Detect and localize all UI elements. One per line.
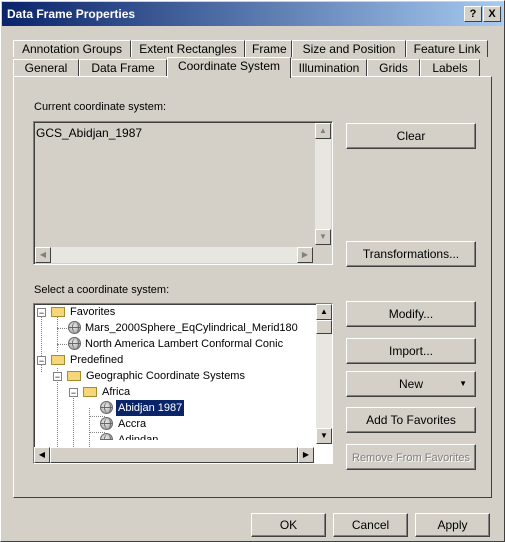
scroll-thumb[interactable] xyxy=(316,320,332,334)
tree-item-label: North America Lambert Conformal Conic xyxy=(85,338,284,350)
collapse-icon[interactable]: − xyxy=(37,308,46,318)
tree-item-geographic[interactable]: − Geographic Coordinate Systems xyxy=(34,368,314,384)
tree-item-label: Accra xyxy=(118,418,147,430)
scroll-left-arrow-icon[interactable]: ◀ xyxy=(35,247,51,263)
window-title: Data Frame Properties xyxy=(7,7,136,21)
globe-icon xyxy=(100,433,113,440)
tree-item-abidjan[interactable]: Abidjan 1987 xyxy=(34,400,314,416)
tab-data-frame[interactable]: Data Frame xyxy=(79,59,167,76)
transformations-button[interactable]: Transformations... xyxy=(346,241,476,267)
tree-hscroll[interactable]: ◀ ▶ xyxy=(34,447,314,463)
tab-size-and-position[interactable]: Size and Position xyxy=(292,40,406,57)
globe-icon xyxy=(100,401,113,414)
tree-vscroll[interactable]: ▲ ▼ xyxy=(316,304,332,444)
collapse-icon[interactable]: − xyxy=(53,372,62,382)
tree-item-africa[interactable]: − Africa xyxy=(34,384,314,400)
scroll-down-arrow-icon[interactable]: ▼ xyxy=(315,229,331,245)
tree-item-favorites[interactable]: − Favorites xyxy=(34,304,314,320)
tabs-row-2: General Data Frame Coordinate System Ill… xyxy=(13,57,480,78)
modify-button[interactable]: Modify... xyxy=(346,301,476,327)
tab-general[interactable]: General xyxy=(13,59,79,76)
collapse-icon[interactable]: − xyxy=(37,356,46,366)
triangle-down-icon: ▼ xyxy=(459,379,467,388)
tree-item-north-america[interactable]: North America Lambert Conformal Conic xyxy=(34,336,314,352)
tree-item-label: Adindan xyxy=(118,434,159,440)
tab-labels[interactable]: Labels xyxy=(420,59,480,76)
globe-icon xyxy=(68,337,81,350)
close-button[interactable]: X xyxy=(483,6,501,22)
dialog-window: Data Frame Properties ? X Annotation Gro… xyxy=(0,0,505,542)
remove-from-favorites-button[interactable]: Remove From Favorites xyxy=(346,444,476,470)
scroll-up-arrow-icon[interactable]: ▲ xyxy=(315,123,331,139)
folder-icon xyxy=(83,387,97,397)
tab-annotation-groups[interactable]: Annotation Groups xyxy=(13,40,131,57)
tree-item-label: Mars_2000Sphere_EqCylindrical_Merid180 xyxy=(85,322,298,334)
globe-icon xyxy=(68,321,81,334)
tree-item-label: Africa xyxy=(102,386,131,398)
tree-item-mars[interactable]: Mars_2000Sphere_EqCylindrical_Merid180 xyxy=(34,320,314,336)
scroll-down-arrow-icon[interactable]: ▼ xyxy=(316,428,332,444)
import-button[interactable]: Import... xyxy=(346,338,476,364)
tree-item-predefined[interactable]: − Predefined xyxy=(34,352,314,368)
tree-item-accra[interactable]: Accra xyxy=(34,416,314,432)
tree-item-adindan[interactable]: Adindan xyxy=(34,432,314,440)
scroll-right-arrow-icon[interactable]: ▶ xyxy=(298,447,314,463)
tree-item-label: Geographic Coordinate Systems xyxy=(86,370,245,382)
tab-frame[interactable]: Frame xyxy=(245,40,292,57)
scroll-right-arrow-icon[interactable]: ▶ xyxy=(297,247,313,263)
cs-tree-view[interactable]: − Favorites Mars_2000Sphere_EqCylindrica… xyxy=(33,303,333,464)
current-cs-label: Current coordinate system: xyxy=(34,101,167,113)
remove-from-favorites-label: Remove From Favorites xyxy=(352,452,470,464)
collapse-icon[interactable]: − xyxy=(69,388,78,398)
folder-icon xyxy=(67,371,81,381)
cancel-button[interactable]: Cancel xyxy=(333,513,408,537)
current-cs-textbox[interactable]: GCS_Abidjan_1987 ▲ ▼ ◀ ▶ xyxy=(33,121,333,265)
current-cs-hscroll[interactable]: ◀ ▶ xyxy=(35,247,313,263)
clear-button[interactable]: Clear xyxy=(346,123,476,149)
add-to-favorites-button[interactable]: Add To Favorites xyxy=(346,407,476,433)
scroll-up-arrow-icon[interactable]: ▲ xyxy=(316,304,332,320)
folder-icon xyxy=(51,355,65,365)
current-cs-vscroll[interactable]: ▲ ▼ xyxy=(315,123,331,245)
tree-item-label: Predefined xyxy=(70,354,124,366)
new-button[interactable]: New ▼ xyxy=(346,371,476,397)
tab-extent-rectangles[interactable]: Extent Rectangles xyxy=(131,40,245,57)
current-cs-value: GCS_Abidjan_1987 xyxy=(36,126,143,140)
ok-button[interactable]: OK xyxy=(251,513,326,537)
help-button[interactable]: ? xyxy=(464,6,482,22)
tab-illumination[interactable]: Illumination xyxy=(291,59,367,76)
tree-item-label: Favorites xyxy=(70,306,116,318)
new-button-label: New xyxy=(398,377,423,391)
tab-grids[interactable]: Grids xyxy=(367,59,420,76)
folder-icon xyxy=(51,307,65,317)
globe-icon xyxy=(100,417,113,430)
select-cs-label: Select a coordinate system: xyxy=(34,284,170,296)
tab-feature-link[interactable]: Feature Link xyxy=(406,40,488,57)
scroll-left-arrow-icon[interactable]: ◀ xyxy=(34,447,50,463)
tree-item-label: Abidjan 1987 xyxy=(116,400,185,416)
scroll-thumb[interactable] xyxy=(50,447,298,463)
apply-button[interactable]: Apply xyxy=(415,513,490,537)
tab-coordinate-system[interactable]: Coordinate System xyxy=(167,57,291,78)
tabs-row-1: Annotation Groups Extent Rectangles Fram… xyxy=(13,40,488,57)
title-bar[interactable]: Data Frame Properties ? X xyxy=(2,2,503,26)
